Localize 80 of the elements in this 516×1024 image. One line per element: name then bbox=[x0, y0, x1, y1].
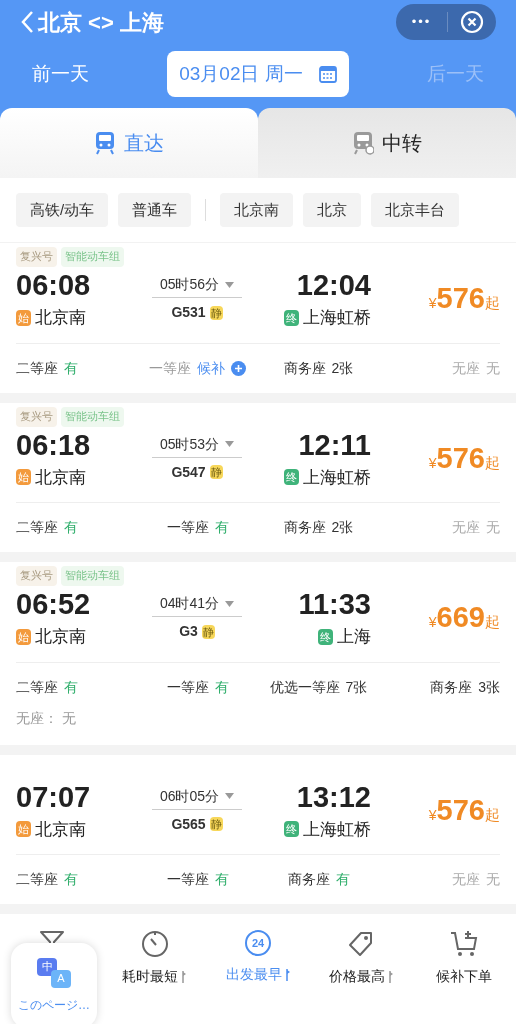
departure-time: 07:07 bbox=[16, 779, 92, 815]
seat-class: 一等座 bbox=[166, 870, 209, 889]
seat-class: 一等座 bbox=[166, 677, 209, 697]
duration: 05时56分 bbox=[159, 275, 220, 295]
price: ¥669起 bbox=[427, 600, 500, 635]
seat-class: 一等座 bbox=[166, 518, 209, 537]
arrival-time: 12:04 bbox=[296, 268, 371, 303]
train-number: G565 bbox=[171, 814, 206, 834]
train-number: G547 bbox=[171, 462, 206, 482]
seat-class: 二等座 bbox=[16, 870, 58, 889]
train-tag: 智能动车组 bbox=[61, 566, 124, 586]
seat-availability: 有 bbox=[64, 518, 78, 537]
seat-class: 商务座 bbox=[283, 518, 326, 537]
train-tag: 智能动车组 bbox=[61, 406, 124, 427]
duration: 04时41分 bbox=[159, 594, 220, 614]
seat-availability: 有 bbox=[335, 870, 350, 889]
terminal-badge: 终 bbox=[284, 469, 299, 486]
quiet-car-badge: 静 bbox=[209, 817, 223, 832]
seat-availability: 有 bbox=[214, 518, 229, 537]
destination-station: 上海虹桥 bbox=[303, 818, 371, 841]
seat-class: 优选一等座 bbox=[269, 677, 340, 697]
origin-station: 北京南 bbox=[35, 307, 86, 329]
seat-availability: 2张 bbox=[331, 518, 354, 537]
quiet-car-badge: 静 bbox=[201, 624, 215, 639]
price: ¥576起 bbox=[427, 281, 500, 316]
seat-availability: 无 bbox=[486, 870, 500, 889]
departure-time: 06:08 bbox=[16, 268, 92, 303]
origin-badge: 始 bbox=[16, 309, 31, 326]
destination-station: 上海 bbox=[337, 626, 371, 648]
train-number: G3 bbox=[179, 622, 198, 642]
departure-time: 06:18 bbox=[16, 427, 92, 463]
duration: 05时53分 bbox=[159, 434, 220, 454]
seat-availability: 无 bbox=[486, 518, 500, 537]
seat-class: 二等座 bbox=[16, 518, 58, 537]
duration: 06时05分 bbox=[159, 786, 220, 806]
seat-class: 一等座 bbox=[149, 358, 191, 378]
terminal-badge: 终 bbox=[284, 821, 299, 838]
clock-badge-icon: 24 bbox=[245, 930, 271, 956]
seat-class: 无座 bbox=[452, 358, 480, 378]
seat-availability: 有 bbox=[214, 870, 229, 889]
arrival-time: 12:11 bbox=[298, 427, 371, 463]
train-number: G531 bbox=[171, 303, 206, 323]
seat-class: 无座 bbox=[452, 518, 480, 537]
seat-availability: 有 bbox=[64, 677, 78, 697]
train-tag: 复兴号 bbox=[16, 247, 57, 267]
terminal-badge: 终 bbox=[318, 628, 333, 645]
destination-station: 上海虹桥 bbox=[303, 307, 371, 329]
arrival-time: 11:33 bbox=[298, 587, 371, 622]
seat-availability: 3张 bbox=[478, 677, 500, 697]
seat-class: 无座 bbox=[452, 870, 480, 889]
destination-station: 上海虹桥 bbox=[303, 466, 371, 489]
price: ¥576起 bbox=[427, 792, 500, 828]
seat-class: 商务座 bbox=[287, 870, 330, 889]
arrival-time: 13:12 bbox=[296, 779, 371, 815]
quiet-car-badge: 静 bbox=[209, 465, 223, 480]
seat-availability: 有 bbox=[64, 358, 78, 378]
seat-class: 二等座 bbox=[16, 677, 58, 697]
origin-badge: 始 bbox=[16, 469, 31, 486]
route-title: 北京 <> 上海 bbox=[38, 8, 164, 37]
seat-availability: 2张 bbox=[331, 358, 354, 378]
extra-seat-info: 无座： 无 bbox=[16, 708, 77, 728]
origin-station: 北京南 bbox=[35, 818, 86, 841]
origin-badge: 始 bbox=[16, 821, 31, 838]
terminal-badge: 终 bbox=[284, 309, 299, 326]
price: ¥576起 bbox=[427, 440, 500, 476]
train-tag: 智能动车组 bbox=[61, 247, 124, 267]
seat-availability: 无 bbox=[486, 358, 500, 378]
origin-station: 北京南 bbox=[35, 626, 86, 648]
seat-class: 商务座 bbox=[430, 677, 473, 697]
seat-availability: 有 bbox=[64, 870, 78, 889]
origin-badge: 始 bbox=[16, 628, 31, 645]
seat-availability: 7张 bbox=[345, 677, 368, 697]
train-tag: 复兴号 bbox=[16, 566, 57, 586]
seat-availability: 有 bbox=[214, 677, 229, 697]
quiet-car-badge: 静 bbox=[209, 305, 223, 320]
departure-time: 06:52 bbox=[16, 587, 92, 622]
train-tag: 复兴号 bbox=[16, 406, 57, 427]
seat-class: 商务座 bbox=[283, 358, 326, 378]
origin-station: 北京南 bbox=[35, 466, 86, 489]
seat-class: 二等座 bbox=[16, 358, 58, 378]
